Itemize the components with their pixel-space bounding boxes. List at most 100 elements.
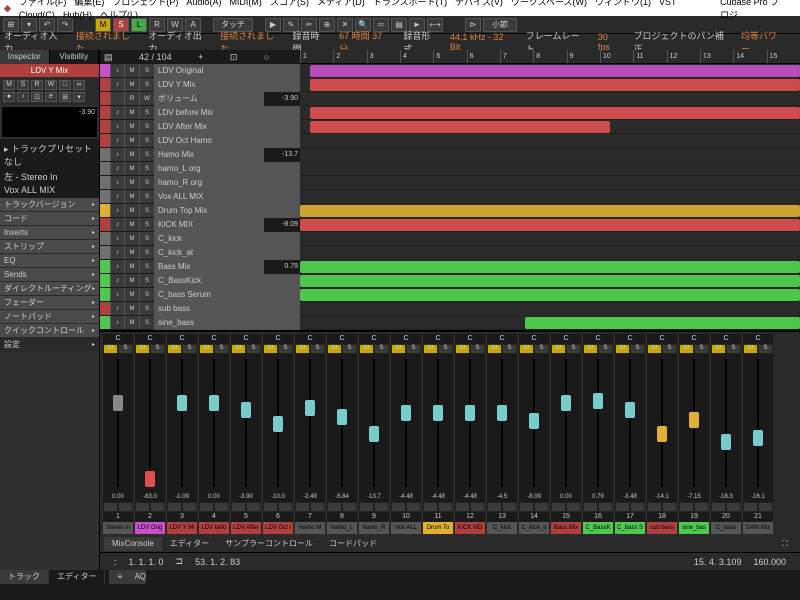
menu-item[interactable]: ワークスペース(W) xyxy=(511,0,587,7)
insp-btn[interactable]: ⊡ xyxy=(31,92,43,102)
clip-row[interactable] xyxy=(300,246,800,260)
inspector-section[interactable]: フェーダー xyxy=(0,296,99,310)
pan-display[interactable]: C xyxy=(263,334,293,344)
pan-display[interactable]: C xyxy=(743,334,773,344)
track-name[interactable]: C_kick_at xyxy=(154,246,300,260)
audio-clip[interactable] xyxy=(310,107,800,119)
insp-btn[interactable]: ● xyxy=(3,92,15,102)
solo-btn[interactable]: S xyxy=(726,344,741,354)
track-name[interactable]: C_BassKick xyxy=(154,274,300,288)
fader-cap[interactable] xyxy=(369,426,379,442)
mute-btn[interactable]: M xyxy=(263,344,278,354)
mute-btn[interactable]: M xyxy=(231,344,246,354)
mute-btn[interactable]: M xyxy=(391,344,406,354)
mute-btn[interactable]: M xyxy=(327,344,342,354)
fader-cap[interactable] xyxy=(657,426,667,442)
insp-btn[interactable]: ∞ xyxy=(73,80,85,90)
track-name[interactable]: C_kick xyxy=(154,232,300,246)
fader-area[interactable] xyxy=(199,354,229,492)
track-row[interactable]: ♪ MS LDV Oct Hamo xyxy=(100,134,300,148)
track-name[interactable]: LDV Oct Hamo xyxy=(154,134,300,148)
fader-area[interactable] xyxy=(423,354,453,492)
track-row[interactable]: ♪ MS LDV Original xyxy=(100,64,300,78)
transport-pos[interactable]: 1. 1. 1. 0 xyxy=(129,557,164,567)
rec-btn[interactable] xyxy=(743,502,758,512)
rec-btn[interactable] xyxy=(583,502,598,512)
rec-btn[interactable] xyxy=(327,502,342,512)
track-icon[interactable]: ♪ xyxy=(110,274,124,287)
mon-btn[interactable] xyxy=(566,502,581,512)
mon-btn[interactable] xyxy=(438,502,453,512)
solo-btn[interactable]: S xyxy=(406,344,421,354)
fader-cap[interactable] xyxy=(337,409,347,425)
audio-clip[interactable] xyxy=(525,317,800,329)
audio-clip[interactable] xyxy=(300,289,800,301)
fader-area[interactable] xyxy=(391,354,421,492)
tab-chordpad[interactable]: コードパッド xyxy=(321,537,385,551)
audio-clip[interactable] xyxy=(300,219,800,231)
solo-btn[interactable]: S xyxy=(182,344,197,354)
toggle-btn[interactable]: AQ xyxy=(126,570,146,584)
track-icon[interactable]: ♪ xyxy=(110,288,124,301)
track-name[interactable]: LDV After Mix xyxy=(154,120,300,134)
track-icon[interactable]: ♪ xyxy=(110,120,124,133)
solo-btn[interactable]: S xyxy=(502,344,517,354)
pan-display[interactable]: C xyxy=(295,334,325,344)
routing-item[interactable]: ▸ トラックプリセットなし xyxy=(2,141,97,169)
solo-btn[interactable]: S xyxy=(342,344,357,354)
pan-display[interactable]: C xyxy=(423,334,453,344)
pan-display[interactable]: C xyxy=(167,334,197,344)
menu-item[interactable]: スコア(S) xyxy=(270,0,309,7)
transport-btn[interactable]: : xyxy=(114,557,117,567)
solo-btn[interactable]: S xyxy=(694,344,709,354)
rec-btn[interactable] xyxy=(263,502,278,512)
tab-sampler[interactable]: サンプラーコントロール xyxy=(217,537,321,551)
fader-cap[interactable] xyxy=(113,395,123,411)
insp-btn[interactable]: ▾ xyxy=(73,92,85,102)
mute-btn[interactable]: M xyxy=(551,344,566,354)
pan-display[interactable]: C xyxy=(103,334,133,344)
mon-btn[interactable] xyxy=(726,502,741,512)
fader-cap[interactable] xyxy=(433,405,443,421)
insp-btn[interactable]: ⊞ xyxy=(59,92,71,102)
menu-item[interactable]: Audio(A) xyxy=(186,0,221,7)
solo-btn[interactable]: S xyxy=(278,344,293,354)
mon-btn[interactable] xyxy=(630,502,645,512)
inspector-section[interactable]: Inserts xyxy=(0,226,99,240)
rec-btn[interactable] xyxy=(615,502,630,512)
track-icon[interactable]: ♪ xyxy=(110,78,124,91)
track-row[interactable]: ♪ MS hamo_R org xyxy=(100,176,300,190)
timeline-ruler[interactable]: 123456789101112131415 xyxy=(300,50,800,64)
fader-area[interactable] xyxy=(103,354,133,492)
mute-btn[interactable]: M xyxy=(199,344,214,354)
track-row[interactable]: ♪ MS sub bass xyxy=(100,302,300,316)
clip-row[interactable] xyxy=(300,92,800,106)
track-row[interactable]: ♪ MS C_BassKick xyxy=(100,274,300,288)
rec-btn[interactable] xyxy=(391,502,406,512)
fader-area[interactable] xyxy=(231,354,261,492)
rec-btn[interactable] xyxy=(423,502,438,512)
rec-btn[interactable] xyxy=(231,502,246,512)
fader-cap[interactable] xyxy=(465,405,475,421)
track-row[interactable]: ♪ MS KICK MIX -8.09 xyxy=(100,218,300,232)
fader-cap[interactable] xyxy=(721,434,731,450)
track-name[interactable]: Drum Top Mix xyxy=(154,204,300,218)
solo-btn[interactable]: S xyxy=(566,344,581,354)
clip-row[interactable] xyxy=(300,148,800,162)
clips-area[interactable] xyxy=(300,64,800,330)
fader-area[interactable] xyxy=(455,354,485,492)
mute-btn[interactable]: M xyxy=(583,344,598,354)
fader-area[interactable] xyxy=(583,354,613,492)
menu-item[interactable]: トランスポート(T) xyxy=(373,0,447,7)
locator[interactable]: 15. 4. 3.109 xyxy=(694,557,742,567)
audio-clip[interactable] xyxy=(310,121,610,133)
mon-btn[interactable] xyxy=(758,502,773,512)
fader-cap[interactable] xyxy=(401,405,411,421)
audio-clip[interactable] xyxy=(310,65,800,77)
fader-cap[interactable] xyxy=(689,412,699,428)
mon-btn[interactable] xyxy=(406,502,421,512)
tab-mixconsole[interactable]: MixConsole xyxy=(104,537,162,551)
track-icon[interactable]: ♪ xyxy=(110,190,124,203)
insp-btn[interactable]: S xyxy=(17,80,29,90)
pan-display[interactable]: C xyxy=(487,334,517,344)
